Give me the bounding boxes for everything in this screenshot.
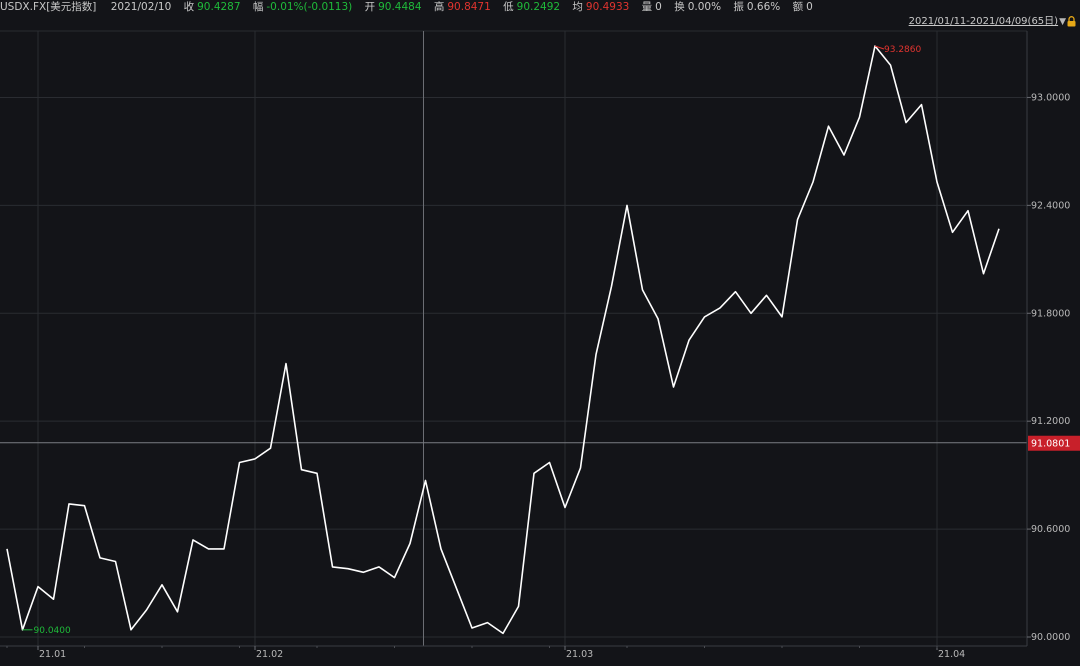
y-tick-label: 91.2000 — [1031, 416, 1070, 427]
x-tick-label: 21.02 — [256, 649, 283, 660]
price-chart[interactable]: 91.0801 93.2860 90.0400 90.0000 90.6000 91.… — [0, 0, 1080, 666]
max-value-label: 93.2860 — [884, 45, 921, 55]
y-tick-label: 91.8000 — [1031, 308, 1070, 319]
y-tick-label: 90.6000 — [1031, 524, 1070, 535]
price-series-line — [6, 45, 1000, 635]
price-line — [6, 45, 1000, 635]
chart-labels: 93.2860 90.0400 — [22, 45, 921, 636]
x-tick-label: 21.01 — [39, 649, 66, 660]
y-tick-label: 90.0000 — [1031, 632, 1070, 643]
y-tick-label: 93.0000 — [1031, 92, 1070, 103]
crosshair: 91.0801 — [0, 31, 1080, 646]
y-tick-label: 92.4000 — [1031, 200, 1070, 211]
x-tick-label: 21.04 — [938, 649, 965, 660]
axes: 90.0000 90.6000 91.2000 91.8000 92.4000 93.00… — [0, 31, 1070, 660]
grid-lines — [0, 30, 1027, 646]
current-price-label: 91.0801 — [1031, 439, 1070, 450]
x-tick-label: 21.03 — [566, 649, 593, 660]
min-value-label: 90.0400 — [34, 626, 71, 636]
